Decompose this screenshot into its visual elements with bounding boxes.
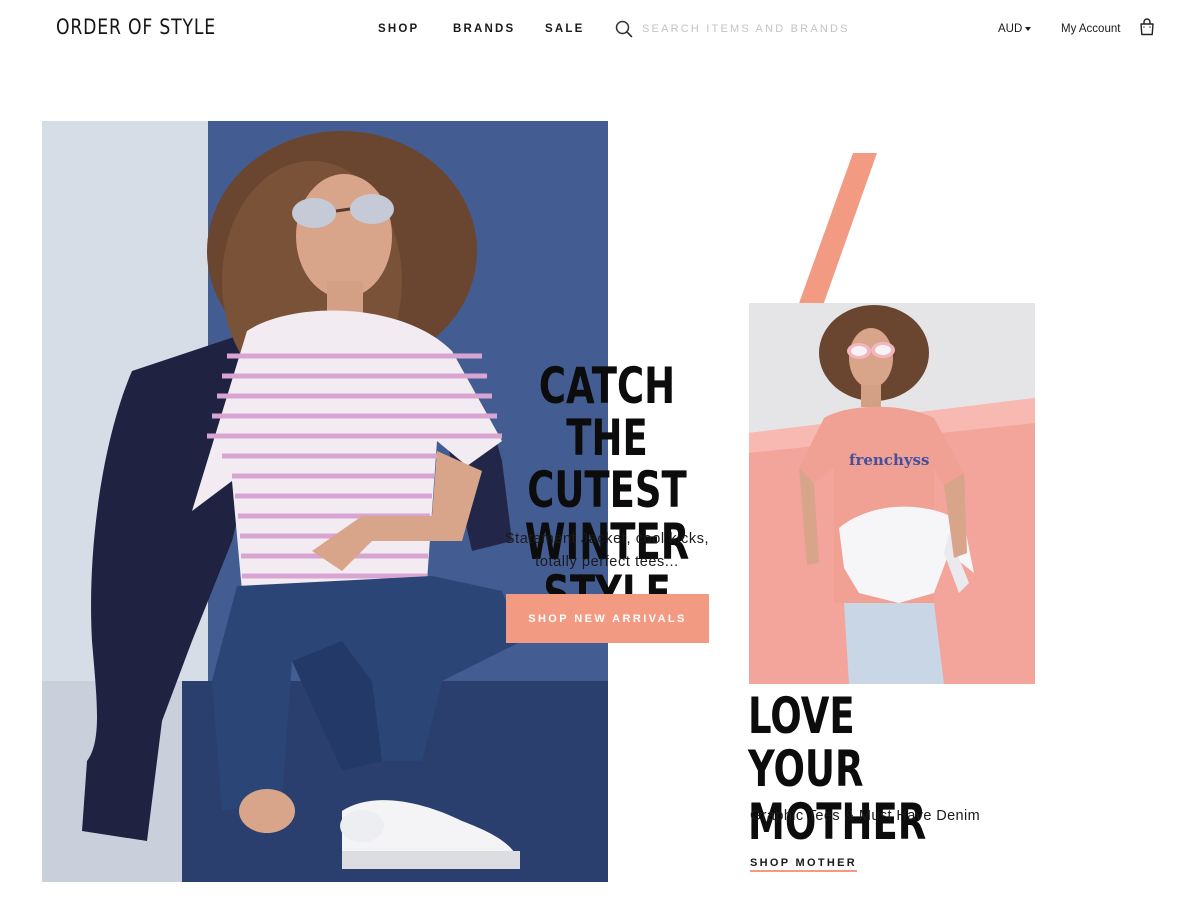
shopping-bag-icon[interactable] — [1139, 18, 1155, 36]
shop-new-arrivals-button[interactable]: SHOP NEW ARRIVALS — [506, 594, 709, 643]
promo-image[interactable]: frenchyss — [749, 303, 1035, 684]
search-icon[interactable] — [615, 20, 633, 38]
caret-down-icon[interactable] — [1025, 27, 1031, 31]
currency-selector[interactable]: AUD — [998, 23, 1022, 35]
nav-brands[interactable]: BRANDS — [453, 23, 515, 35]
hero-subtext: Statement Jacket, cool kicks, totally pe… — [504, 531, 710, 570]
promo-headline-line: LOVE YOUR — [748, 687, 864, 798]
hero-headline-line: CUTEST — [527, 461, 687, 519]
shop-mother-link[interactable]: SHOP MOTHER — [750, 857, 857, 872]
promo-headline: LOVE YOUR MOTHER — [748, 690, 970, 849]
nav-shop[interactable]: SHOP — [378, 23, 419, 35]
my-account-link[interactable]: My Account — [1061, 23, 1120, 35]
tee-print-text: frenchyss — [849, 451, 929, 469]
hero-headline: CATCH THE CUTEST WINTER STYLE — [510, 360, 704, 620]
search-input[interactable] — [642, 19, 872, 39]
hero-headline-line: CATCH THE — [538, 357, 676, 467]
site-header: ORDER OF STYLE SHOP BRANDS SALE AUD My A… — [0, 0, 1200, 60]
logo[interactable]: ORDER OF STYLE — [56, 15, 216, 39]
promo-subtext: Graphic Tees & Must Have Denim — [750, 808, 981, 824]
nav-sale[interactable]: SALE — [545, 23, 584, 35]
